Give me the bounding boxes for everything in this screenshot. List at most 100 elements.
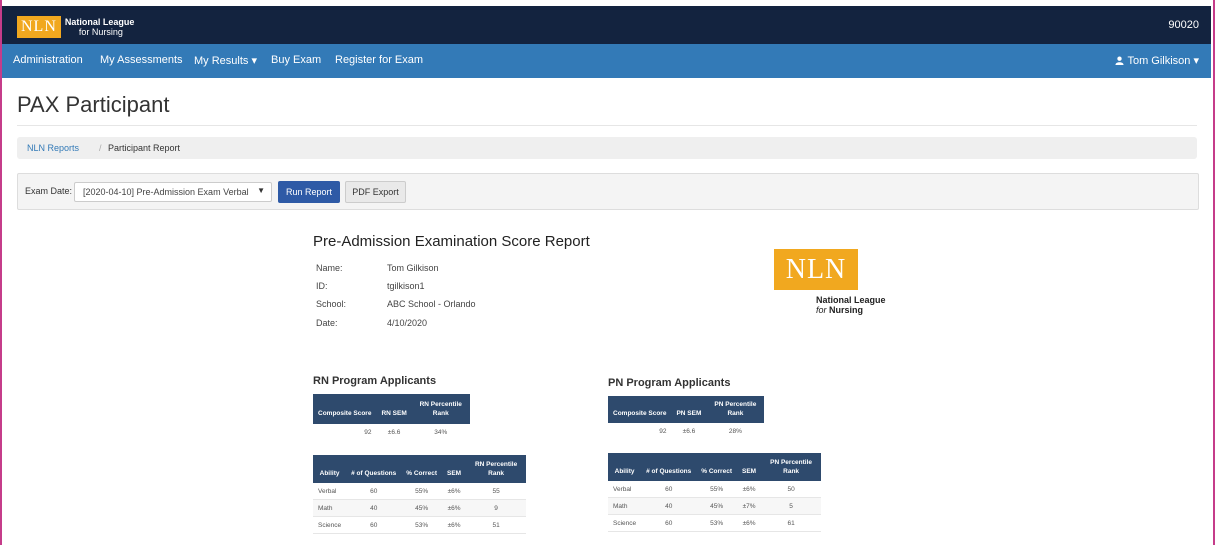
table-row: Math 40 45% ±6% 9 xyxy=(313,499,527,517)
table-cell: Verbal xyxy=(608,481,642,498)
filter-bar: Exam Date: [2020-04-10] Pre-Admission Ex… xyxy=(17,173,1199,210)
table-cell: 61 xyxy=(761,514,822,532)
title-divider xyxy=(17,125,1197,126)
pn-summary-header: Composite Score xyxy=(608,396,672,423)
rn-percentile-rank: 34% xyxy=(434,428,448,436)
nav-my-assessments[interactable]: My Assessments xyxy=(100,54,183,66)
exam-date-label: Exam Date: xyxy=(25,186,73,196)
pn-percentile-rank: 28% xyxy=(728,427,742,435)
rn-ability-header: RN Percentile Rank xyxy=(466,455,527,483)
nln-logo-for: for xyxy=(816,305,830,315)
info-label-id: ID: xyxy=(316,281,328,291)
logo-line1: National League xyxy=(64,17,135,27)
table-cell: 53% xyxy=(401,516,442,534)
rn-ability-header: SEM xyxy=(442,455,467,483)
rn-summary-header: RN SEM xyxy=(376,394,412,424)
nln-header-logo[interactable]: NLN National League for Nursing xyxy=(17,15,134,39)
nln-logo-line2: for Nursing xyxy=(816,305,863,315)
nln-logo-box: NLN xyxy=(774,249,858,290)
table-cell: 55% xyxy=(401,483,442,500)
rn-section-title: RN Program Applicants xyxy=(313,375,437,387)
exam-date-select[interactable]: [2020-04-10] Pre-Admission Exam Verbal ▼ xyxy=(74,182,272,202)
table-cell: 60 xyxy=(346,483,402,500)
info-value-name: Tom Gilkison xyxy=(387,263,439,273)
table-row: Science 60 53% ±6% 61 xyxy=(608,514,822,532)
table-row: Verbal 60 55% ±6% 50 xyxy=(608,481,822,498)
table-cell: Science xyxy=(608,514,642,532)
user-name: Tom Gilkison ▾ xyxy=(1127,55,1199,67)
table-cell: ±6% xyxy=(442,516,467,534)
nln-logo-text: National League for Nursing xyxy=(65,17,135,37)
page-title: PAX Participant xyxy=(17,92,170,117)
nln-logo-line1: National League xyxy=(816,295,886,305)
table-cell: 45% xyxy=(401,499,442,517)
table-row: Math 40 45% ±7% 5 xyxy=(608,497,822,515)
table-cell: Math xyxy=(313,499,347,517)
breadcrumb-nln-reports[interactable]: NLN Reports xyxy=(27,143,79,153)
table-cell: 55 xyxy=(466,483,527,500)
logo-line2: for Nursing xyxy=(78,27,123,37)
table-cell: ±6% xyxy=(442,483,467,500)
pn-ability-header: % Correct xyxy=(696,453,737,481)
pn-summary-table: Composite Score PN SEM PN Percentile Ran… xyxy=(608,396,765,439)
nav-administration[interactable]: Administration xyxy=(13,54,83,66)
rn-composite-score: 92 xyxy=(364,428,372,436)
pn-composite-score: 92 xyxy=(659,427,667,435)
table-cell: Math xyxy=(608,497,642,515)
main-navbar: Administration My Assessments My Results… xyxy=(2,44,1211,78)
table-cell: Science xyxy=(313,516,347,534)
report-title: Pre-Admission Examination Score Report xyxy=(313,233,590,250)
nln-report-logo: NLN National League for Nursing xyxy=(774,249,886,315)
pdf-export-button[interactable]: PDF Export xyxy=(345,181,406,203)
table-cell: ±7% xyxy=(737,497,762,515)
table-cell: 45% xyxy=(696,497,737,515)
nav-my-results[interactable]: My Results ▾ xyxy=(194,54,257,67)
pn-ability-table: Ability # of Questions % Correct SEM PN … xyxy=(608,453,822,532)
pn-sem: ±6.6 xyxy=(682,427,696,435)
pn-ability-header: # of Questions xyxy=(641,453,697,481)
exam-date-selected: [2020-04-10] Pre-Admission Exam Verbal xyxy=(83,187,249,197)
table-cell: 55% xyxy=(696,481,737,498)
caret-down-icon: ▼ xyxy=(257,186,265,195)
table-cell: 60 xyxy=(346,516,402,534)
rn-sem: ±6.6 xyxy=(387,428,401,436)
top-header: NLN National League for Nursing 90020 xyxy=(2,6,1211,44)
table-row: Science 60 53% ±6% 51 xyxy=(313,516,527,534)
rn-summary-header: Composite Score xyxy=(313,394,377,424)
table-cell: ±6% xyxy=(737,514,762,532)
pn-ability-header: Ability xyxy=(608,453,642,481)
rn-summary-table: Composite Score RN SEM RN Percentile Ran… xyxy=(313,394,470,440)
rn-ability-header: Ability xyxy=(313,455,347,483)
user-menu[interactable]: Tom Gilkison ▾ xyxy=(1115,54,1199,67)
rn-ability-table: Ability # of Questions % Correct SEM RN … xyxy=(313,455,527,534)
table-cell: 60 xyxy=(641,481,697,498)
user-icon xyxy=(1115,56,1125,65)
pn-summary-header: PN SEM xyxy=(671,396,707,423)
nln-logo-nursing: Nursing xyxy=(829,305,864,315)
table-row: Verbal 60 55% ±6% 55 xyxy=(313,483,527,500)
info-value-id: tgilkison1 xyxy=(387,281,425,291)
rn-summary-header: RN Percentile Rank xyxy=(411,394,470,424)
info-label-school: School: xyxy=(316,299,347,309)
table-cell: 40 xyxy=(346,499,402,517)
info-label-date: Date: xyxy=(316,318,338,328)
table-cell: 40 xyxy=(641,497,697,515)
info-label-name: Name: xyxy=(316,263,343,273)
table-cell: 9 xyxy=(466,499,527,517)
breadcrumb-current: Participant Report xyxy=(108,143,181,153)
table-cell: ±6% xyxy=(737,481,762,498)
table-cell: 51 xyxy=(466,516,527,534)
rn-ability-header: # of Questions xyxy=(346,455,402,483)
info-value-date: 4/10/2020 xyxy=(387,318,428,328)
table-cell: 5 xyxy=(761,497,822,515)
pn-summary-header: PN Percentile Rank xyxy=(706,396,765,423)
nav-buy-exam[interactable]: Buy Exam xyxy=(271,54,321,66)
table-cell: 60 xyxy=(641,514,697,532)
breadcrumb: NLN Reports / Participant Report xyxy=(17,137,1197,159)
nav-register-for-exam[interactable]: Register for Exam xyxy=(335,54,423,66)
table-cell: ±6% xyxy=(442,499,467,517)
nln-logo-mark: NLN xyxy=(17,16,61,38)
run-report-button[interactable]: Run Report xyxy=(278,181,340,203)
breadcrumb-separator: / xyxy=(99,143,102,153)
table-cell: 50 xyxy=(761,481,822,498)
